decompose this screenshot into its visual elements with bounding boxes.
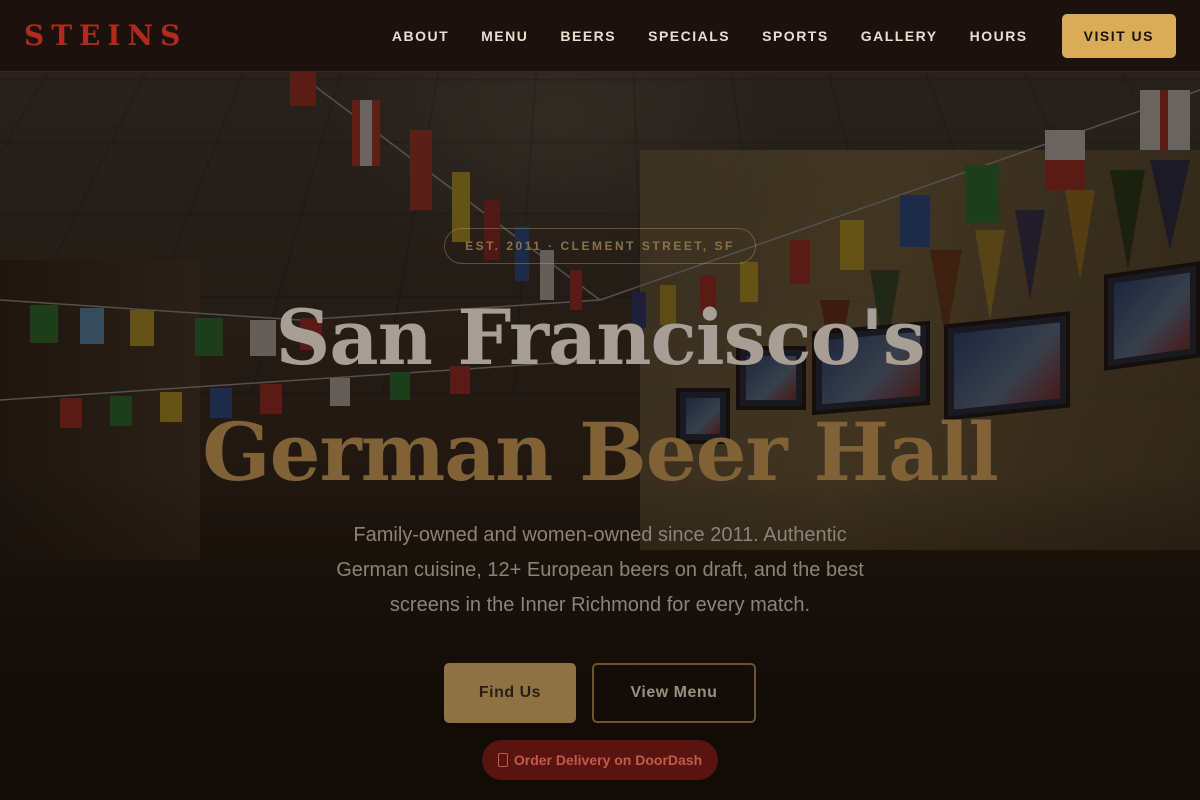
doordash-icon: [497, 753, 508, 767]
visit-us-button[interactable]: VISIT US: [1061, 13, 1176, 58]
doordash-delivery-button[interactable]: Order Delivery on DoorDash: [482, 740, 718, 780]
nav-links: ABOUT MENU BEERS SPECIALS SPORTS GALLERY…: [392, 28, 1028, 44]
top-navigation: STEINS ABOUT MENU BEERS SPECIALS SPORTS …: [0, 0, 1200, 72]
nav-hours[interactable]: HOURS: [970, 28, 1028, 44]
hero-title-line-1: San Francisco's: [275, 293, 926, 382]
nav-gallery[interactable]: GALLERY: [861, 28, 938, 44]
brand-logo[interactable]: STEINS: [24, 19, 187, 52]
find-us-button[interactable]: Find Us: [444, 663, 576, 723]
hero-title-line-2: German Beer Hall: [202, 405, 998, 499]
nav-sports[interactable]: SPORTS: [762, 28, 829, 44]
doordash-button-label: Order Delivery on DoorDash: [513, 752, 703, 768]
nav-specials[interactable]: SPECIALS: [648, 28, 730, 44]
hero-subtitle: Family-owned and women-owned since 2011.…: [336, 524, 864, 616]
nav-menu[interactable]: MENU: [481, 28, 528, 44]
established-badge: EST. 2011 · CLEMENT STREET, SF: [444, 228, 756, 264]
hero-section: EST. 2011 · CLEMENT STREET, SF San Franc…: [0, 72, 1200, 800]
view-menu-button[interactable]: View Menu: [592, 663, 756, 723]
nav-about[interactable]: ABOUT: [392, 28, 449, 44]
nav-beers[interactable]: BEERS: [560, 28, 616, 44]
